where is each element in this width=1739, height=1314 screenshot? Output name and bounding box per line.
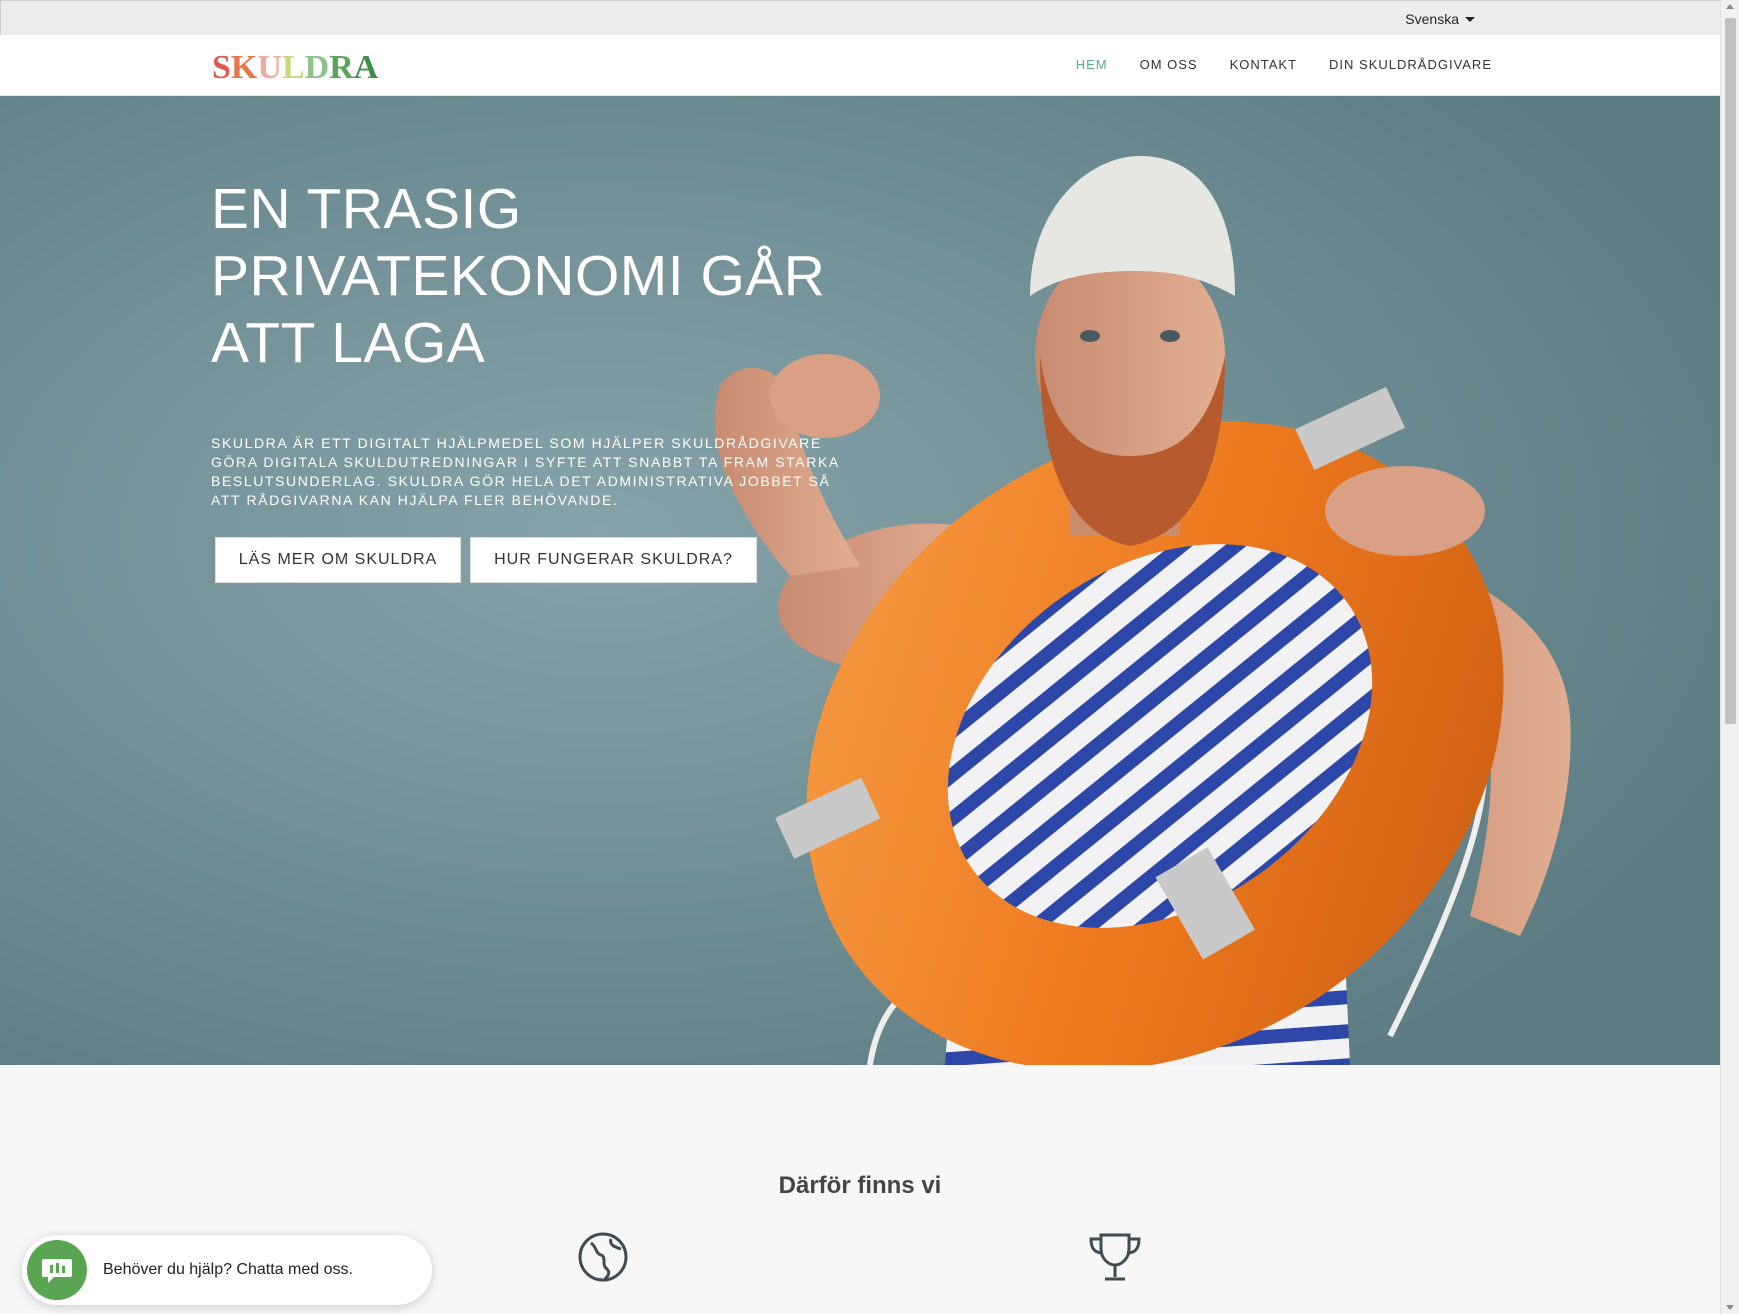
language-bar: Svenska	[0, 0, 1720, 35]
scrollbar[interactable]	[1720, 0, 1739, 1314]
logo-letter: U	[257, 49, 282, 86]
hero-title: EN TRASIG PRIVATEKONOMI GÅR ATT LAGA	[211, 177, 826, 375]
nav-item-hem[interactable]: HEM	[1076, 57, 1108, 72]
scroll-down-icon[interactable]	[1726, 1305, 1734, 1310]
scroll-thumb[interactable]	[1725, 18, 1736, 724]
chat-icon[interactable]	[27, 1240, 87, 1300]
globe-icon	[578, 1232, 628, 1282]
navbar: SKULDRA HEM OM OSS KONTAKT DIN SKULDRÅDG…	[0, 35, 1720, 96]
nav-item-kontakt[interactable]: KONTAKT	[1230, 57, 1297, 72]
logo-letter: K	[230, 49, 258, 86]
chat-label: Behöver du hjälp? Chatta med oss.	[103, 1261, 353, 1278]
how-it-works-button[interactable]: HUR FUNGERAR SKULDRA?	[470, 537, 757, 583]
nav-links: HEM OM OSS KONTAKT DIN SKULDRÅDGIVARE	[1076, 57, 1492, 72]
language-label: Svenska	[1405, 11, 1459, 27]
hero-section: EN TRASIG PRIVATEKONOMI GÅR ATT LAGA SKU…	[0, 96, 1720, 1065]
logo-letter: A	[353, 49, 379, 86]
hero-description: SKULDRA ÄR ETT DIGITALT HJÄLPMEDEL SOM H…	[211, 435, 840, 508]
scroll-up-icon[interactable]	[1726, 4, 1734, 9]
logo-letter: S	[212, 49, 231, 86]
section-title: Därför finns vi	[778, 1172, 942, 1199]
logo-letter: L	[281, 49, 305, 86]
caret-down-icon	[1465, 16, 1475, 22]
logo[interactable]: SKULDRA	[212, 49, 378, 87]
chat-widget[interactable]: Behöver du hjälp? Chatta med oss.	[22, 1235, 432, 1305]
read-more-button[interactable]: LÄS MER OM SKULDRA	[215, 537, 461, 583]
trophy-icon	[1089, 1233, 1141, 1281]
logo-letter: R	[329, 49, 354, 86]
logo-letter: D	[304, 49, 330, 86]
nav-item-din-skuldradgivare[interactable]: DIN SKULDRÅDGIVARE	[1329, 57, 1492, 72]
language-dropdown[interactable]: Svenska	[1405, 11, 1475, 27]
nav-item-om-oss[interactable]: OM OSS	[1140, 57, 1198, 72]
